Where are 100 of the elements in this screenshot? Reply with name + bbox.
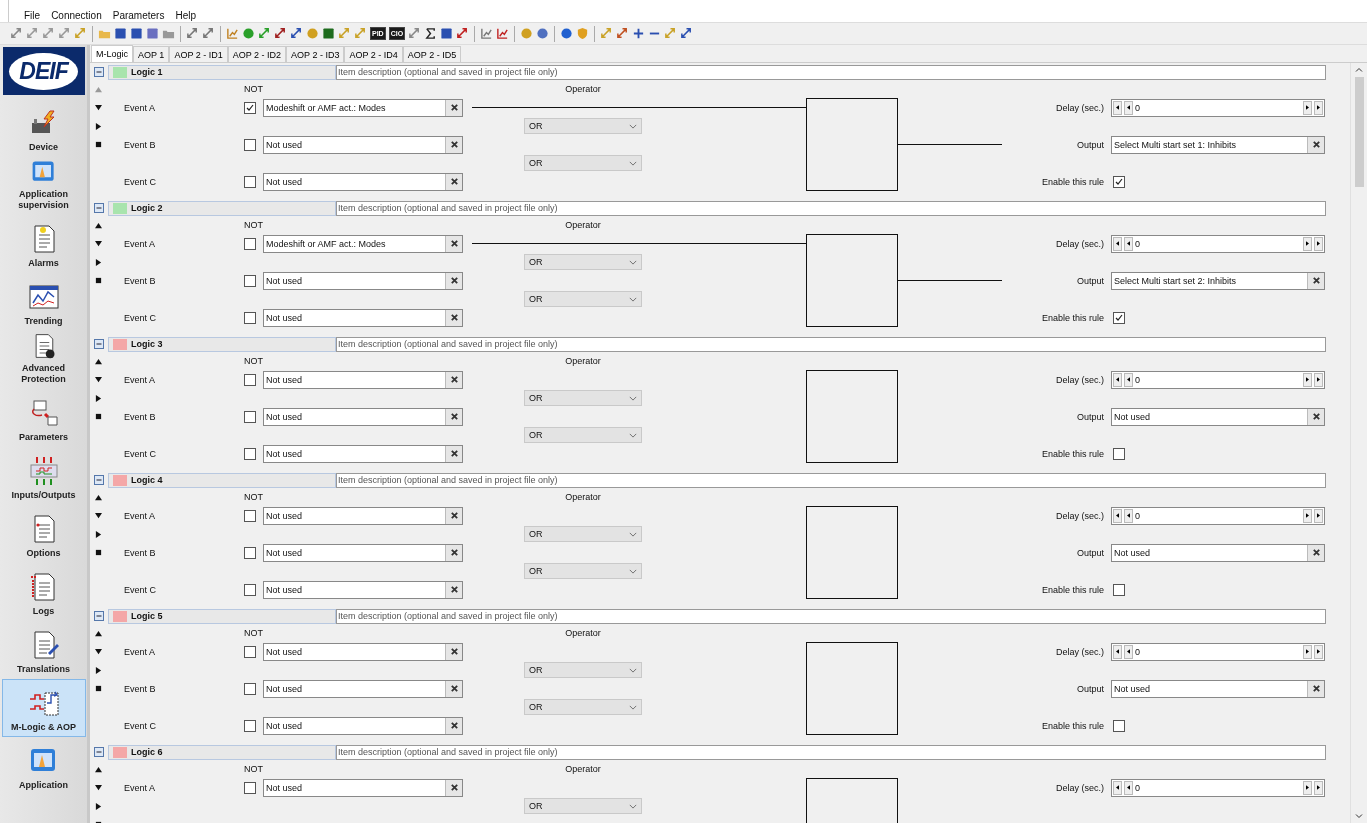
enable-checkbox[interactable] bbox=[1113, 311, 1125, 324]
tab[interactable]: AOP 1 bbox=[133, 46, 170, 62]
event-field[interactable]: Not used bbox=[263, 543, 463, 562]
not-checkbox[interactable] bbox=[244, 682, 256, 695]
down-arrow-icon[interactable] bbox=[95, 240, 102, 247]
collapse-icon[interactable] bbox=[94, 339, 104, 349]
step-button[interactable] bbox=[1314, 508, 1323, 523]
clear-button[interactable] bbox=[445, 272, 462, 289]
event-field[interactable]: Not used bbox=[263, 271, 463, 290]
description-field[interactable]: Item description (optional and saved in project file only) bbox=[336, 608, 1326, 624]
clear-button[interactable] bbox=[445, 581, 462, 598]
event-field[interactable]: Not used bbox=[263, 370, 463, 389]
plus-icon[interactable] bbox=[632, 27, 646, 40]
event-field[interactable]: Not used bbox=[263, 407, 463, 426]
delay-field[interactable]: 0 bbox=[1111, 370, 1325, 389]
output-field[interactable]: Select Multi start set 2: Inhibits bbox=[1111, 271, 1325, 290]
event-field[interactable]: Not used bbox=[263, 172, 463, 191]
right-arrow-icon[interactable] bbox=[95, 122, 102, 130]
operator-dropdown[interactable]: OR bbox=[524, 662, 642, 678]
not-checkbox[interactable] bbox=[244, 719, 256, 732]
up-arrow-icon[interactable] bbox=[95, 357, 102, 365]
step-button[interactable] bbox=[1113, 100, 1122, 115]
event-field[interactable]: Not used bbox=[263, 778, 463, 797]
clear-button[interactable] bbox=[445, 99, 462, 116]
stop-icon[interactable] bbox=[95, 413, 102, 420]
operator-dropdown[interactable]: OR bbox=[524, 798, 642, 814]
enable-checkbox[interactable] bbox=[1113, 447, 1125, 460]
step-button[interactable] bbox=[1314, 236, 1323, 251]
down-arrow-icon[interactable] bbox=[95, 512, 102, 519]
enable-checkbox[interactable] bbox=[1113, 719, 1125, 732]
square-icon[interactable] bbox=[322, 27, 335, 40]
tab[interactable]: AOP 2 - ID4 bbox=[344, 46, 403, 62]
sidebar-item[interactable]: Trending bbox=[1, 273, 86, 331]
step-button[interactable] bbox=[1124, 372, 1133, 387]
sidebar-item[interactable]: Logs bbox=[1, 563, 86, 621]
not-checkbox[interactable] bbox=[244, 583, 256, 596]
right-arrow-icon[interactable] bbox=[95, 666, 102, 674]
clear-button[interactable] bbox=[1307, 680, 1324, 697]
description-field[interactable]: Item description (optional and saved in project file only) bbox=[336, 336, 1326, 352]
tab[interactable]: M-Logic bbox=[91, 45, 133, 62]
sidebar-item[interactable]: Options bbox=[1, 505, 86, 563]
not-checkbox[interactable] bbox=[244, 781, 256, 794]
clear-button[interactable] bbox=[445, 643, 462, 660]
clear-button[interactable] bbox=[445, 136, 462, 153]
stop-icon[interactable] bbox=[95, 141, 102, 148]
sidebar-item[interactable]: Alarms bbox=[1, 215, 86, 273]
operator-dropdown[interactable]: OR bbox=[524, 427, 642, 443]
arrow-icon[interactable] bbox=[290, 27, 303, 40]
step-button[interactable] bbox=[1303, 508, 1312, 523]
tab[interactable]: AOP 2 - ID1 bbox=[169, 46, 228, 62]
sidebar-item[interactable]: M-Logic & AOP bbox=[1, 679, 86, 737]
step-button[interactable] bbox=[1124, 780, 1133, 795]
clear-button[interactable] bbox=[445, 717, 462, 734]
step-button[interactable] bbox=[1124, 508, 1133, 523]
clear-button[interactable] bbox=[445, 779, 462, 796]
clear-button[interactable] bbox=[1307, 408, 1324, 425]
delay-field[interactable]: 0 bbox=[1111, 234, 1325, 253]
not-checkbox[interactable] bbox=[244, 373, 256, 386]
operator-dropdown[interactable]: OR bbox=[524, 526, 642, 542]
menu-item[interactable]: Help bbox=[174, 10, 197, 21]
output-field[interactable]: Not used bbox=[1111, 407, 1325, 426]
step-button[interactable] bbox=[1303, 100, 1312, 115]
step-button[interactable] bbox=[1113, 508, 1122, 523]
event-field[interactable]: Not used bbox=[263, 642, 463, 661]
enable-checkbox[interactable] bbox=[1113, 583, 1125, 596]
menu-item[interactable]: Connection bbox=[50, 10, 103, 21]
output-field[interactable]: Select Multi start set 1: Inhibits bbox=[1111, 135, 1325, 154]
clear-button[interactable] bbox=[1307, 272, 1324, 289]
event-field[interactable]: Not used bbox=[263, 308, 463, 327]
delay-field[interactable]: 0 bbox=[1111, 506, 1325, 525]
step-button[interactable] bbox=[1124, 236, 1133, 251]
operator-dropdown[interactable]: OR bbox=[524, 699, 642, 715]
step-button[interactable] bbox=[1113, 644, 1122, 659]
step-button[interactable] bbox=[1113, 372, 1122, 387]
step-button[interactable] bbox=[1303, 372, 1312, 387]
operator-dropdown[interactable]: OR bbox=[524, 254, 642, 270]
not-checkbox[interactable] bbox=[244, 274, 256, 287]
event-field[interactable]: Not used bbox=[263, 135, 463, 154]
output-field[interactable]: Not used bbox=[1111, 543, 1325, 562]
sidebar-item[interactable]: Advanced Protection bbox=[1, 331, 86, 389]
description-field[interactable]: Item description (optional and saved in project file only) bbox=[336, 200, 1326, 216]
not-checkbox[interactable] bbox=[244, 101, 256, 114]
step-button[interactable] bbox=[1124, 644, 1133, 659]
collapse-icon[interactable] bbox=[94, 203, 104, 213]
step-button[interactable] bbox=[1314, 780, 1323, 795]
stop-icon[interactable] bbox=[95, 549, 102, 556]
tab[interactable]: AOP 2 - ID5 bbox=[402, 46, 462, 62]
sidebar-item[interactable]: Application bbox=[1, 737, 86, 795]
step-button[interactable] bbox=[1314, 100, 1323, 115]
sidebar-item[interactable]: Device bbox=[1, 99, 86, 157]
step-button[interactable] bbox=[1113, 780, 1122, 795]
description-field[interactable]: Item description (optional and saved in project file only) bbox=[336, 64, 1326, 80]
stop-icon[interactable] bbox=[95, 277, 102, 284]
down-arrow-icon[interactable] bbox=[95, 376, 102, 383]
scrollbar[interactable] bbox=[1350, 63, 1367, 823]
clear-button[interactable] bbox=[445, 309, 462, 326]
right-arrow-icon[interactable] bbox=[95, 258, 102, 266]
delay-field[interactable]: 0 bbox=[1111, 778, 1325, 797]
clear-button[interactable] bbox=[445, 408, 462, 425]
sidebar-item[interactable]: Application supervision bbox=[1, 157, 86, 215]
